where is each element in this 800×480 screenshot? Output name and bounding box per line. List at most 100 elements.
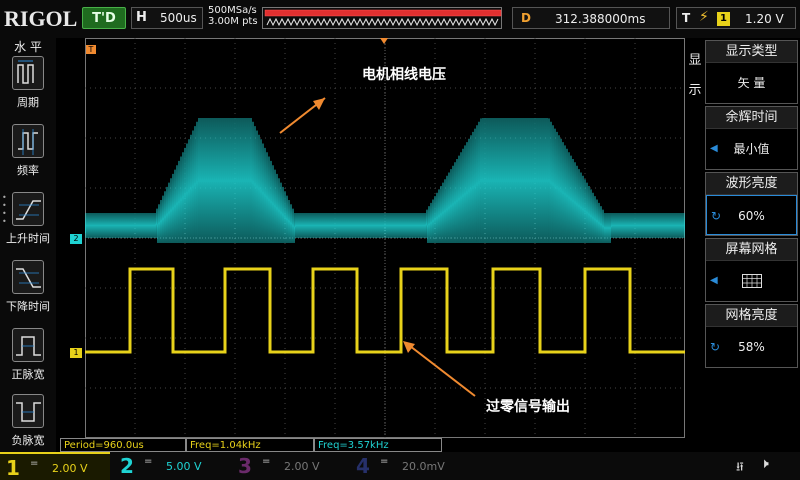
coupling-icon: = [262, 456, 271, 467]
measure-item-negative-width[interactable]: 负脉宽 [0, 394, 56, 456]
measurement-period[interactable]: Period=960.0us [60, 438, 186, 452]
menu-display-type-value: 矢 量 [706, 63, 797, 103]
sample-rate: 500MSa/s [208, 5, 257, 16]
menu-display-type-title: 显示类型 [706, 41, 797, 63]
chevron-left-icon: ◀ [710, 275, 718, 286]
speaker-muted-icon[interactable]: 🕨 [760, 456, 769, 472]
top-status-bar: RIGOL T'D H 500us 500MSa/s 3.00M pts D 3… [0, 0, 800, 38]
memory-overview-trace [266, 17, 499, 27]
menu-grid-body: ◀ [706, 261, 797, 301]
channel-4-tab[interactable]: 4 = 20.0mV [350, 452, 460, 480]
memory-depth: 3.00M pts [208, 16, 258, 27]
rise-time-icon [12, 192, 44, 226]
measurement-bar: Period=960.0us Freq=1.04kHz Freq=3.57kHz [56, 438, 686, 452]
trigger-status-badge: T'D [82, 7, 126, 29]
menu-grid-brightness-title: 网格亮度 [706, 305, 797, 327]
trigger-position-arrow [380, 38, 388, 44]
measure-item-label: 下降时间 [6, 300, 50, 313]
channel-scale: 5.00 V [166, 460, 202, 473]
acquisition-info: 500MSa/s 3.00M pts [208, 5, 258, 27]
channel-scale: 2.00 V [284, 460, 320, 473]
menu-wave-intensity-body: ↻ 60% [706, 195, 797, 235]
annotation-phase-voltage: 电机相线电压 [362, 67, 446, 83]
measure-item-period[interactable]: 周期 [0, 56, 56, 118]
channel-scale: 20.0mV [402, 460, 445, 473]
menu-wave-intensity-title: 波形亮度 [706, 173, 797, 195]
menu-persistence-title: 余辉时间 [706, 107, 797, 129]
measurement-freq-ch2[interactable]: Freq=3.57kHz [314, 438, 442, 452]
negative-width-icon [12, 394, 44, 428]
channel-number: 4 [356, 454, 370, 478]
menu-display-type[interactable]: 显示类型 矢 量 [705, 40, 798, 104]
measure-item-positive-width[interactable]: 正脉宽 [0, 328, 56, 390]
timebase-tag: H [136, 10, 147, 25]
rising-falling-edge-icon: ⚡ [699, 9, 709, 25]
status-icons: ⭿ 🕨 [710, 456, 790, 476]
coupling-icon: = [30, 458, 39, 469]
left-menu-title: 水 平 [14, 40, 42, 54]
menu-grid-brightness-body: ↻ 58% [706, 327, 797, 367]
measure-item-fall-time[interactable]: 下降时间 [0, 260, 56, 322]
measure-item-label: 周期 [17, 96, 39, 109]
right-menu-title: 显 示 [685, 46, 705, 106]
memory-overview-window[interactable] [262, 7, 502, 29]
annotation-arrow-top-head [313, 98, 325, 110]
menu-grid-brightness-value: 58% [738, 340, 765, 354]
annotation-arrow-bottom-head [403, 341, 415, 353]
memory-overview-waveform [264, 9, 502, 27]
ch2-trace [85, 117, 685, 244]
measure-item-label: 正脉宽 [11, 368, 45, 381]
knob-icon: ↻ [710, 340, 721, 354]
annotation-zero-cross: 过零信号输出 [486, 399, 570, 415]
trigger-marker: T [86, 45, 96, 54]
channel-3-tab[interactable]: 3 = 2.00 V [232, 452, 342, 480]
trigger-level-value: 1.20 V [745, 12, 784, 26]
usb-icon: ⭿ [736, 460, 744, 474]
period-icon [12, 56, 44, 90]
channel-2-tab[interactable]: 2 = 5.00 V [114, 452, 224, 480]
channel-number: 3 [238, 454, 252, 478]
ch2-offset-marker[interactable]: 2 [70, 234, 82, 244]
delay-box[interactable]: D 312.388000ms [512, 7, 670, 29]
channel-number: 1 [6, 456, 20, 480]
ch1-offset-marker[interactable]: 1 [70, 348, 82, 358]
memory-window-bar [264, 9, 502, 17]
frequency-icon [12, 124, 44, 158]
fall-time-icon [12, 260, 44, 294]
measure-item-rise-time[interactable]: 上升时间 [0, 192, 56, 254]
menu-wave-intensity[interactable]: 波形亮度 ↻ 60% [705, 172, 798, 236]
menu-persistence[interactable]: 余辉时间 ◀ 最小值 [705, 106, 798, 170]
menu-wave-intensity-value: 60% [738, 209, 765, 223]
ch2-waveform [85, 117, 685, 244]
timebase-value: 500us [160, 11, 197, 25]
delay-value: 312.388000ms [555, 12, 646, 26]
trigger-tag: T [682, 11, 691, 25]
channel-scale: 2.00 V [52, 462, 88, 475]
channel-number: 2 [120, 454, 134, 478]
channel-bar: 1 = 2.00 V 2 = 5.00 V 3 = 2.00 V 4 = 20.… [0, 452, 800, 480]
timebase-box[interactable]: H 500us [131, 7, 203, 29]
measurement-freq-ch1[interactable]: Freq=1.04kHz [186, 438, 314, 452]
left-measure-menu: 水 平 • • • • 周期 频率 上升时间 下降时间 正脉宽 负脉宽 [0, 38, 56, 456]
menu-grid[interactable]: 屏幕网格 ◀ [705, 238, 798, 302]
coupling-icon: = [144, 456, 153, 467]
measure-item-label: 负脉宽 [11, 434, 45, 447]
graticule [85, 38, 685, 438]
channel-1-tab[interactable]: 1 = 2.00 V [0, 452, 110, 480]
measure-item-label: 频率 [17, 164, 39, 177]
positive-width-icon [12, 328, 44, 362]
right-menu-title-char: 显 [688, 53, 702, 68]
knob-icon: ↻ [711, 209, 722, 223]
measure-item-frequency[interactable]: 频率 [0, 124, 56, 186]
measure-item-label: 上升时间 [6, 232, 50, 245]
right-display-menu: 显 示 显示类型 矢 量 余辉时间 ◀ 最小值 波形亮度 ↻ 60% 屏幕网格 … [685, 38, 800, 438]
trigger-box[interactable]: T ⚡ 1 1.20 V [676, 7, 796, 29]
brand-logo: RIGOL [4, 6, 78, 31]
delay-tag: D [521, 11, 531, 25]
menu-persistence-value: 最小值 [733, 142, 770, 156]
right-menu-title-char: 示 [688, 83, 702, 98]
menu-grid-brightness[interactable]: 网格亮度 ↻ 58% [705, 304, 798, 368]
grid-full-icon [742, 274, 762, 288]
trigger-source-badge: 1 [717, 12, 730, 26]
waveform-display[interactable] [85, 38, 685, 438]
